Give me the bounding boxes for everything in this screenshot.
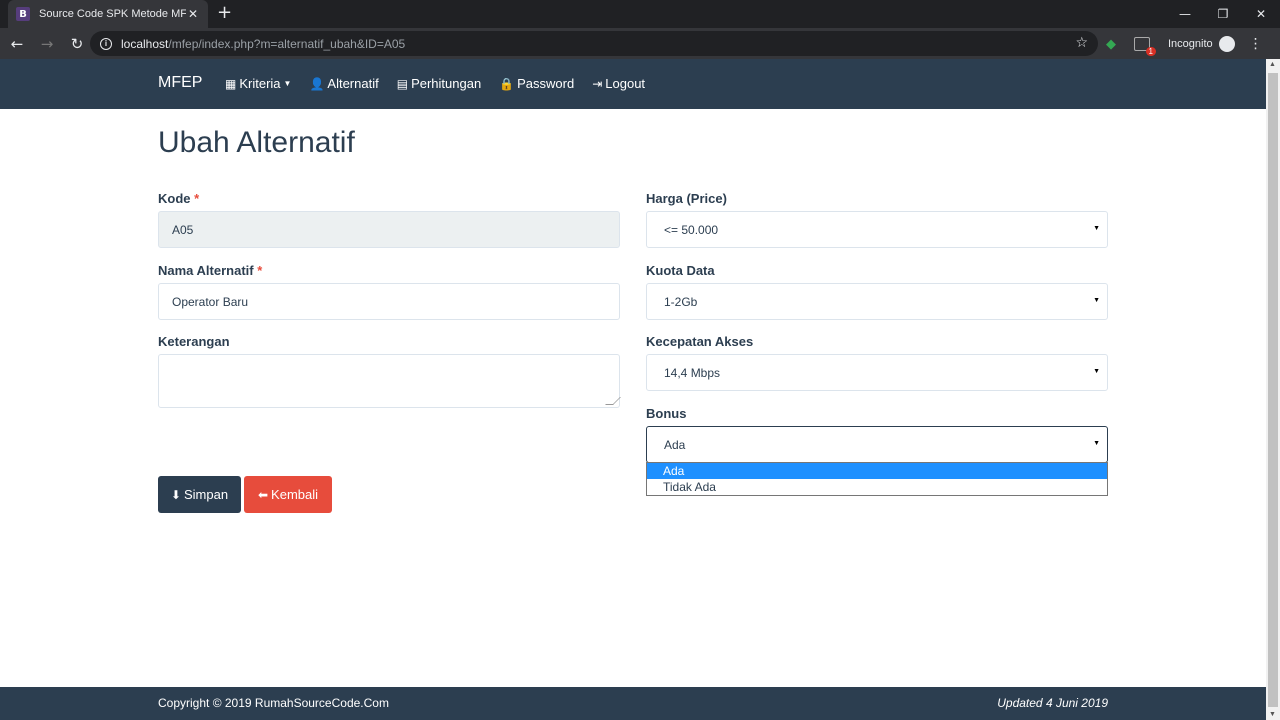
scroll-thumb[interactable] [1268, 73, 1278, 707]
extension-badge: 1 [1145, 46, 1156, 56]
back-arrow-icon[interactable]: ← [4, 31, 30, 57]
bonus-select[interactable]: Ada ▼ [646, 426, 1108, 463]
keterangan-label: Keterangan [158, 334, 230, 349]
bookmark-star-icon[interactable]: ☆ [1075, 35, 1088, 51]
kuota-selected-value: 1-2Gb [664, 294, 698, 309]
nav-item-password[interactable]: 🔒 Password [499, 76, 574, 91]
nav-label: Logout [605, 76, 646, 91]
app-navbar: MFEP ▦ Kriteria ▼ 👤 Alternatif ▤ Perhitu… [0, 59, 1266, 109]
nav-menu: ▦ Kriteria ▼ 👤 Alternatif ▤ Perhitungan … [225, 76, 663, 91]
footer-copyright: Copyright © 2019 RumahSourceCode.Com [158, 696, 389, 710]
scroll-up-icon[interactable]: ▲ [1269, 61, 1276, 68]
browser-tabstrip: B Source Code SPK Metode MFEP ✕ + — ❐ ✕ [0, 0, 1280, 28]
grid-icon: ▦ [225, 76, 237, 91]
address-bar[interactable]: i localhost/mfep/index.php?m=alternatif_… [90, 31, 1098, 56]
nav-item-kriteria[interactable]: ▦ Kriteria ▼ [225, 76, 291, 91]
save-button[interactable]: ⬇ Simpan [158, 476, 241, 513]
incognito-label: Incognito [1168, 37, 1213, 50]
harga-select[interactable]: <= 50.000 ▼ [646, 211, 1108, 248]
nama-label-text: Nama Alternatif [158, 263, 254, 278]
required-mark: * [257, 263, 263, 278]
user-icon: 👤 [309, 76, 325, 91]
page-title: Ubah Alternatif [158, 126, 355, 159]
bonus-option-tidak-ada[interactable]: Tidak Ada [647, 479, 1107, 495]
nav-item-alternatif[interactable]: 👤 Alternatif [309, 76, 378, 91]
calendar-icon: ▤ [396, 76, 409, 91]
required-mark: * [194, 191, 200, 206]
browser-tab[interactable]: B Source Code SPK Metode MFEP ✕ [8, 0, 208, 28]
kecepatan-label: Kecepatan Akses [646, 334, 754, 349]
nav-item-perhitungan[interactable]: ▤ Perhitungan [397, 76, 481, 91]
nama-alternatif-label: Nama Alternatif * [158, 263, 262, 278]
select-arrow-icon: ▼ [1093, 368, 1100, 375]
kode-label: Kode * [158, 191, 199, 206]
tab-title: Source Code SPK Metode MFEP [39, 8, 186, 20]
url-path: /mfep/index.php?m=alternatif_ubah&ID=A05 [168, 36, 406, 51]
nav-label: Kriteria [239, 76, 281, 91]
bonus-label: Bonus [646, 406, 687, 421]
reload-icon[interactable]: ↻ [64, 31, 90, 57]
extension-screen-icon[interactable]: 1 [1134, 36, 1156, 56]
bootstrap-favicon-icon: B [16, 7, 30, 21]
scroll-down-icon[interactable]: ▼ [1269, 711, 1276, 718]
nama-alternatif-input[interactable]: Operator Baru [158, 283, 620, 320]
nav-label: Perhitungan [411, 76, 482, 91]
bonus-option-ada[interactable]: Ada [647, 463, 1107, 479]
window-controls: — ❐ ✕ [1166, 0, 1280, 28]
forward-arrow-icon[interactable]: → [34, 31, 60, 57]
kuota-label: Kuota Data [646, 263, 715, 278]
lock-icon: 🔒 [499, 76, 515, 91]
restore-icon[interactable]: ❐ [1204, 0, 1242, 28]
kecepatan-selected-value: 14,4 Mbps [664, 365, 721, 380]
resize-handle-icon[interactable] [605, 397, 621, 405]
kebab-menu-icon[interactable]: ⋮ [1249, 36, 1263, 52]
kode-input[interactable]: A05 [158, 211, 620, 248]
brand-link[interactable]: MFEP [158, 74, 202, 92]
site-info-icon[interactable]: i [100, 37, 112, 50]
select-arrow-icon: ▼ [1093, 297, 1100, 304]
bonus-dropdown-list: Ada Tidak Ada [646, 462, 1108, 496]
url-host: localhost [121, 36, 169, 51]
kode-label-text: Kode [158, 191, 191, 206]
logout-icon: ⇥ [592, 76, 603, 91]
bonus-selected-value: Ada [664, 437, 686, 452]
harga-selected-value: <= 50.000 [664, 222, 719, 237]
nav-label: Password [517, 76, 575, 91]
back-button[interactable]: ⬅ Kembali [244, 476, 332, 513]
page-scrollbar[interactable]: ▲ ▼ [1266, 59, 1280, 720]
harga-label: Harga (Price) [646, 191, 727, 206]
keterangan-textarea[interactable] [158, 354, 621, 408]
extension-leaf-icon[interactable]: ◆ [1106, 37, 1120, 52]
kecepatan-select[interactable]: 14,4 Mbps ▼ [646, 354, 1108, 391]
caret-down-icon: ▼ [283, 79, 292, 88]
browser-toolbar: ← → ↻ i localhost/mfep/index.php?m=alter… [0, 28, 1280, 59]
footer-updated: Updated 4 Juni 2019 [997, 696, 1108, 710]
kuota-select[interactable]: 1-2Gb ▼ [646, 283, 1108, 320]
page-footer: Copyright © 2019 RumahSourceCode.Com Upd… [0, 687, 1266, 720]
arrow-left-icon: ⬅ [257, 487, 269, 502]
select-arrow-icon: ▼ [1093, 225, 1100, 232]
extensions-area: ◆ 1 Incognito ⋮ [1106, 31, 1263, 56]
minimize-icon[interactable]: — [1166, 0, 1204, 28]
nav-item-logout[interactable]: ⇥ Logout [592, 76, 645, 91]
tab-close-icon[interactable]: ✕ [186, 7, 200, 21]
back-label: Kembali [271, 487, 319, 502]
new-tab-icon[interactable]: + [217, 4, 232, 22]
download-icon: ⬇ [170, 487, 181, 502]
incognito-icon[interactable] [1218, 35, 1235, 52]
select-arrow-icon: ▼ [1093, 440, 1100, 447]
window-close-icon[interactable]: ✕ [1242, 0, 1280, 28]
nav-label: Alternatif [327, 76, 379, 91]
save-label: Simpan [183, 487, 229, 502]
